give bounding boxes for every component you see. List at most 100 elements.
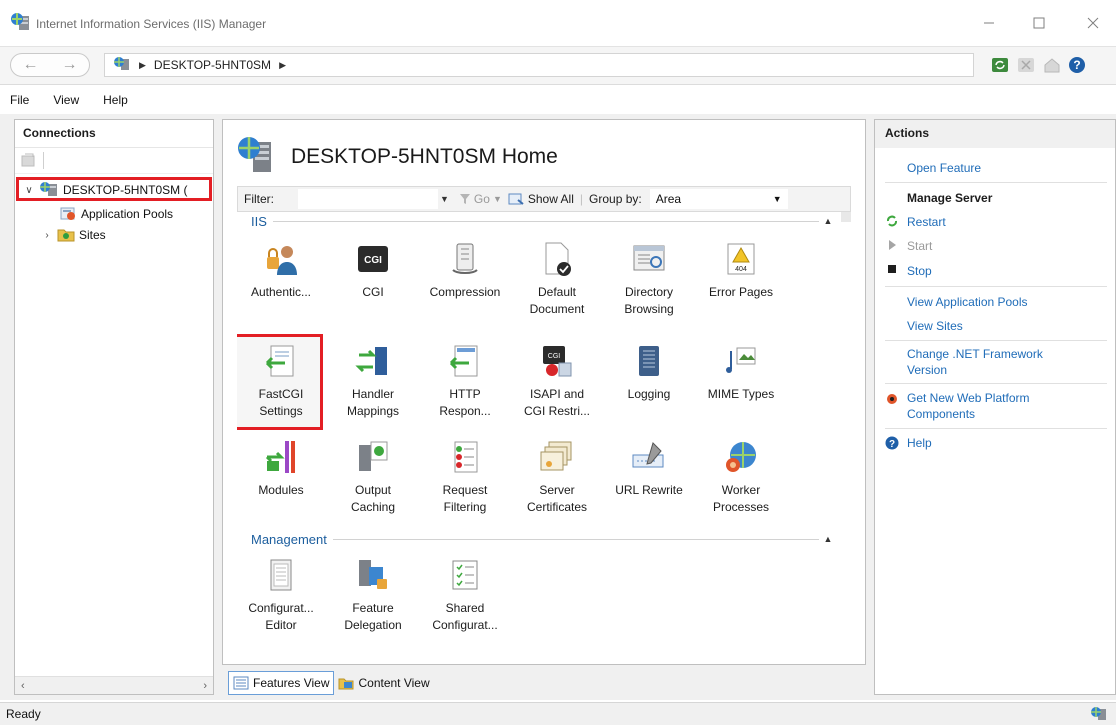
- go-label: Go: [473, 192, 490, 206]
- svg-text:?: ?: [1073, 58, 1080, 72]
- output-caching-icon: [354, 438, 392, 476]
- feature-worker-processes[interactable]: Worker Processes: [697, 438, 785, 516]
- feature-isapi-cgi-restrictions[interactable]: CGI ISAPI and CGI Restri...: [513, 342, 601, 420]
- feature-url-rewrite[interactable]: URL Rewrite: [605, 438, 693, 499]
- home-header: DESKTOP-5HNT0SM Home: [237, 136, 558, 177]
- group-by-select[interactable]: Area ▼: [649, 189, 788, 209]
- scroll-right-icon[interactable]: ›: [203, 680, 207, 692]
- feature-modules[interactable]: Modules: [237, 438, 325, 499]
- group-by-value: Area: [655, 192, 682, 206]
- refresh-icon[interactable]: [990, 55, 1010, 75]
- feature-error-pages[interactable]: 404 Error Pages: [697, 240, 785, 301]
- feature-configuration-editor[interactable]: Configurat... Editor: [237, 556, 325, 634]
- menu-help[interactable]: Help: [103, 93, 128, 107]
- action-start[interactable]: Start: [885, 238, 1110, 254]
- forward-arrow-icon[interactable]: →: [62, 56, 78, 74]
- server-status-icon: [1090, 707, 1108, 724]
- create-connection-icon[interactable]: [21, 153, 37, 168]
- tree-item-server[interactable]: ∨ DESKTOP-5HNT0SM (: [16, 177, 212, 201]
- filter-divider: |: [579, 192, 584, 206]
- feature-server-certificates[interactable]: Server Certificates: [513, 438, 601, 516]
- go-button[interactable]: Go ▼: [459, 192, 502, 206]
- feature-feature-delegation[interactable]: Feature Delegation: [329, 556, 417, 634]
- minimize-button[interactable]: [966, 8, 1012, 38]
- action-change-net-framework[interactable]: Change .NET Framework Version: [885, 346, 1110, 378]
- feature-fastcgi-settings[interactable]: FastCGI Settings: [237, 334, 325, 430]
- action-view-application-pools[interactable]: View Application Pools: [885, 294, 1110, 310]
- feature-output-caching[interactable]: Output Caching: [329, 438, 417, 516]
- action-label: View Application Pools: [907, 295, 1028, 309]
- action-view-sites[interactable]: View Sites: [885, 318, 1110, 334]
- features-panel: DESKTOP-5HNT0SM Home Filter: ▼ Go ▼ Show…: [222, 119, 866, 665]
- window-title: Internet Information Services (IIS) Mana…: [36, 17, 267, 31]
- server-certificates-icon: [538, 438, 576, 476]
- feature-label: Feature Delegation: [344, 601, 402, 632]
- group-header-management[interactable]: Management ▲: [237, 530, 837, 548]
- collapse-caret-icon[interactable]: ▲: [819, 534, 837, 544]
- help-dropdown-icon[interactable]: ?: [1068, 55, 1088, 75]
- feature-shared-configuration[interactable]: Shared Configurat...: [421, 556, 509, 634]
- worker-processes-icon: [722, 438, 760, 476]
- menu-view[interactable]: View: [53, 93, 79, 107]
- action-get-web-platform[interactable]: Get New Web Platform Components: [885, 390, 1110, 422]
- logging-icon: [630, 342, 668, 380]
- maximize-button[interactable]: [1016, 8, 1062, 38]
- server-home-icon: [237, 136, 277, 177]
- close-button[interactable]: [1070, 8, 1116, 38]
- feature-label: Output Caching: [350, 483, 396, 514]
- show-all-button[interactable]: Show All: [508, 192, 574, 206]
- compression-icon: [446, 240, 484, 278]
- chevron-down-icon: ▼: [772, 194, 782, 204]
- directory-browsing-icon: [630, 240, 668, 278]
- action-help[interactable]: ? Help: [885, 435, 1110, 451]
- toolbar-divider: [43, 152, 44, 169]
- chevron-right-icon[interactable]: ▶: [279, 60, 286, 71]
- filter-input[interactable]: [298, 189, 438, 209]
- chevron-right-icon[interactable]: ›: [41, 230, 53, 241]
- group-header-iis[interactable]: IIS ▲: [237, 212, 837, 230]
- stop-icon[interactable]: [1016, 55, 1036, 75]
- feature-delegation-icon: [354, 556, 392, 594]
- help-icon: ?: [885, 435, 899, 451]
- feature-directory-browsing[interactable]: Directory Browsing: [605, 240, 693, 318]
- breadcrumb-server[interactable]: DESKTOP-5HNT0SM: [154, 58, 271, 72]
- scroll-left-icon[interactable]: ‹: [21, 680, 25, 692]
- web-platform-icon: [885, 390, 899, 422]
- feature-compression[interactable]: Compression: [421, 240, 509, 301]
- error-pages-icon: 404: [722, 240, 760, 278]
- breadcrumb[interactable]: ▶ DESKTOP-5HNT0SM ▶: [104, 53, 974, 77]
- horizontal-scrollbar[interactable]: ‹ ›: [15, 676, 213, 694]
- back-arrow-icon[interactable]: ←: [23, 56, 39, 74]
- action-open-feature[interactable]: Open Feature: [885, 160, 1110, 176]
- group-name-management: Management: [251, 531, 327, 547]
- tree-item-application-pools[interactable]: Application Pools: [59, 204, 173, 224]
- action-stop[interactable]: Stop: [885, 263, 1110, 279]
- chevron-down-icon[interactable]: ▼: [493, 194, 502, 204]
- tab-features-view[interactable]: Features View: [228, 671, 335, 695]
- server-icon: [113, 56, 131, 74]
- feature-handler-mappings[interactable]: Handler Mappings: [329, 342, 417, 420]
- tree-item-sites[interactable]: › Sites: [41, 225, 106, 245]
- feature-mime-types[interactable]: MIME Types: [697, 342, 785, 403]
- action-label: Open Feature: [907, 161, 982, 175]
- feature-request-filtering[interactable]: Request Filtering: [421, 438, 509, 516]
- action-restart[interactable]: Restart: [885, 214, 1110, 230]
- tab-content-view[interactable]: Content View: [334, 671, 433, 695]
- feature-cgi[interactable]: CGI CGI: [329, 240, 417, 301]
- http-response-headers-icon: [446, 342, 484, 380]
- url-rewrite-icon: [630, 438, 668, 476]
- vertical-scrollbar-thumb[interactable]: [841, 212, 851, 222]
- restart-icon: [885, 214, 899, 230]
- home-icon[interactable]: [1042, 55, 1062, 75]
- chevron-down-icon[interactable]: ▼: [440, 194, 449, 204]
- menu-file[interactable]: File: [10, 93, 29, 107]
- feature-authentication[interactable]: Authentic...: [237, 240, 325, 301]
- tree-label-sites: Sites: [79, 228, 106, 242]
- menu-bar: File View Help: [0, 86, 1116, 114]
- status-bar: Ready: [0, 702, 1116, 725]
- feature-logging[interactable]: Logging: [605, 342, 693, 403]
- feature-http-response-headers[interactable]: HTTP Respon...: [421, 342, 509, 420]
- feature-default-document[interactable]: Default Document: [513, 240, 601, 318]
- action-label: Stop: [907, 264, 932, 278]
- collapse-caret-icon[interactable]: ▲: [819, 216, 837, 226]
